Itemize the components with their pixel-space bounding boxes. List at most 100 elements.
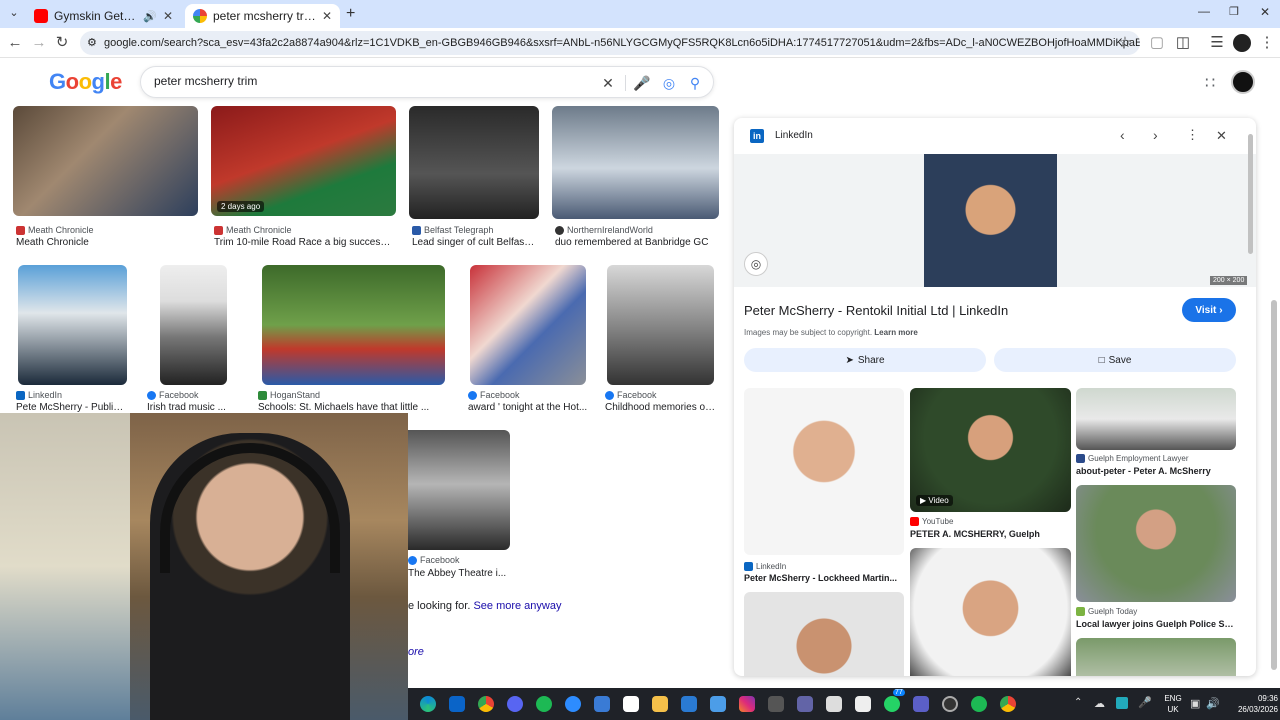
clear-icon[interactable]: ✕ — [599, 74, 617, 92]
new-tab-button[interactable]: + — [346, 5, 355, 23]
address-bar[interactable]: ⚙ google.com/search?sca_esv=43fa2c2a8874… — [80, 31, 1140, 55]
tab-google-search[interactable]: peter mcsherry trim - Google S ✕ — [185, 4, 340, 28]
google-logo[interactable]: Google — [49, 69, 122, 95]
tab-gymskin[interactable]: Gymskin Gets Drunk on a P 🔊 ✕ — [26, 4, 181, 28]
network-icon[interactable]: ▣ — [1190, 697, 1200, 710]
panel-source[interactable]: LinkedIn — [775, 130, 813, 141]
photos-icon[interactable] — [710, 696, 726, 712]
back-icon[interactable]: ← — [6, 34, 24, 52]
reading-list-icon[interactable]: ☰ — [1208, 34, 1226, 52]
teams-icon[interactable] — [797, 696, 813, 712]
spotify-icon-2[interactable] — [971, 696, 987, 712]
account-avatar[interactable] — [1231, 70, 1255, 94]
onedrive-icon[interactable]: ☁ — [1094, 697, 1105, 710]
language-indicator[interactable]: ENG UK — [1160, 693, 1186, 715]
result-image-5[interactable] — [18, 265, 127, 385]
panel-scroll-thumb[interactable] — [1248, 134, 1253, 254]
capcut-icon[interactable] — [623, 696, 639, 712]
prev-icon[interactable]: ‹ — [1120, 127, 1125, 143]
related-image-5[interactable] — [1076, 638, 1236, 676]
panel-scrollbar[interactable] — [1248, 124, 1253, 664]
related-image-1[interactable] — [744, 388, 904, 555]
visit-button[interactable]: Visit › — [1182, 298, 1236, 322]
result-image-10[interactable] — [408, 430, 510, 550]
tab-search-button[interactable]: ⌄ — [6, 6, 22, 22]
whatsapp-icon[interactable]: 77 — [884, 689, 905, 712]
learn-more-link[interactable]: Learn more — [874, 328, 918, 337]
result-caption[interactable]: award ' tonight at the Hot... — [468, 402, 593, 413]
related-image-4[interactable] — [1076, 485, 1236, 602]
result-image-7[interactable] — [262, 265, 445, 385]
reload-icon[interactable]: ↻ — [53, 34, 71, 52]
calculator-icon[interactable] — [768, 696, 784, 712]
teams-chat-icon[interactable] — [913, 696, 929, 712]
close-tab-icon[interactable]: ✕ — [322, 9, 332, 23]
explorer-icon[interactable] — [652, 696, 668, 712]
zoom-icon[interactable] — [565, 696, 581, 712]
result-image-2[interactable]: 2 days ago — [211, 106, 396, 216]
lens-search-icon[interactable]: ◎ — [744, 252, 768, 276]
chrome-active-icon[interactable] — [1000, 696, 1016, 712]
save-button[interactable]: □ Save — [994, 348, 1236, 372]
result-caption[interactable]: Lead singer of cult Belfast ... — [412, 237, 536, 248]
profile-avatar[interactable] — [1233, 34, 1251, 52]
more-options-icon[interactable]: ⋮ — [1186, 127, 1199, 143]
forward-icon[interactable]: → — [30, 34, 48, 52]
clock[interactable]: 09:36 26/03/2026 — [1226, 693, 1278, 715]
related-caption[interactable]: about-peter - Peter A. McSherry — [1076, 466, 1236, 476]
result-image-9[interactable] — [607, 265, 714, 385]
maximize-button[interactable]: ❐ — [1229, 5, 1239, 18]
chrome-icon[interactable] — [478, 696, 494, 712]
preview-image[interactable] — [924, 154, 1057, 287]
outlook-icon[interactable] — [449, 696, 465, 712]
result-caption[interactable]: Meath Chronicle — [16, 237, 196, 248]
edge-icon[interactable] — [420, 696, 436, 712]
microphone-icon[interactable]: 🎤 — [633, 74, 651, 92]
result-image-6[interactable] — [160, 265, 227, 385]
apps-grid-icon[interactable]: ∷ — [1205, 73, 1215, 93]
result-image-1[interactable] — [13, 106, 198, 216]
chrome-menu-icon[interactable]: ⋮ — [1258, 34, 1276, 52]
close-tab-icon[interactable]: ✕ — [163, 9, 173, 23]
result-caption[interactable]: Pete McSherry - Publici... — [16, 402, 128, 413]
more-link[interactable]: ore — [408, 646, 424, 658]
related-caption[interactable]: Peter McSherry - Lockheed Martin... — [744, 573, 902, 583]
result-image-8[interactable] — [470, 265, 586, 385]
related-image-2[interactable]: ▶ Video — [910, 388, 1071, 512]
related-image-3[interactable] — [1076, 388, 1236, 450]
related-image-1b[interactable] — [744, 592, 904, 676]
tray-app-icon[interactable] — [1116, 697, 1128, 709]
file-icon[interactable] — [826, 696, 842, 712]
close-window-button[interactable]: ✕ — [1260, 5, 1270, 19]
extensions-puzzle-icon[interactable]: ◫ — [1174, 34, 1192, 52]
spotify-icon[interactable] — [536, 696, 552, 712]
result-image-4[interactable] — [552, 106, 719, 219]
search-input[interactable] — [154, 74, 574, 88]
related-caption[interactable]: PETER A. MCSHERRY, Guelph — [910, 529, 1070, 539]
obs-icon[interactable] — [942, 696, 958, 712]
discord-icon[interactable] — [507, 696, 523, 712]
close-panel-icon[interactable]: ✕ — [1216, 128, 1227, 144]
microphone-tray-icon[interactable]: 🎤 — [1138, 696, 1152, 709]
lens-icon[interactable]: ◎ — [660, 74, 678, 92]
share-button[interactable]: ➤ Share — [744, 348, 986, 372]
result-caption[interactable]: Irish trad music ... — [147, 402, 237, 413]
result-caption[interactable]: Childhood memories of ... — [605, 402, 717, 413]
store-icon[interactable] — [681, 696, 697, 712]
page-scrollbar[interactable] — [1270, 60, 1278, 686]
extension-icon[interactable]: ▢ — [1148, 34, 1166, 52]
result-caption[interactable]: The Abbey Theatre i... — [408, 568, 513, 579]
result-caption[interactable]: Trim 10-mile Road Race a big success ... — [214, 237, 392, 248]
vl-app-icon[interactable] — [855, 696, 871, 712]
result-image-3[interactable] — [409, 106, 539, 219]
volume-icon[interactable]: 🔊 — [1206, 697, 1220, 710]
result-caption[interactable]: duo remembered at Banbridge GC — [555, 237, 719, 248]
chevron-up-icon[interactable]: ⌃ — [1074, 697, 1082, 708]
panel-title[interactable]: Peter McSherry - Rentokil Initial Ltd | … — [744, 303, 1008, 318]
bookmark-star-icon[interactable]: ☆ — [1116, 34, 1134, 52]
related-caption[interactable]: Local lawyer joins Guelph Police Servic.… — [1076, 619, 1236, 629]
related-image-2b[interactable] — [910, 548, 1071, 676]
instagram-icon[interactable] — [739, 696, 755, 712]
search-icon[interactable]: ⚲ — [686, 74, 704, 92]
next-icon[interactable]: › — [1153, 127, 1158, 143]
